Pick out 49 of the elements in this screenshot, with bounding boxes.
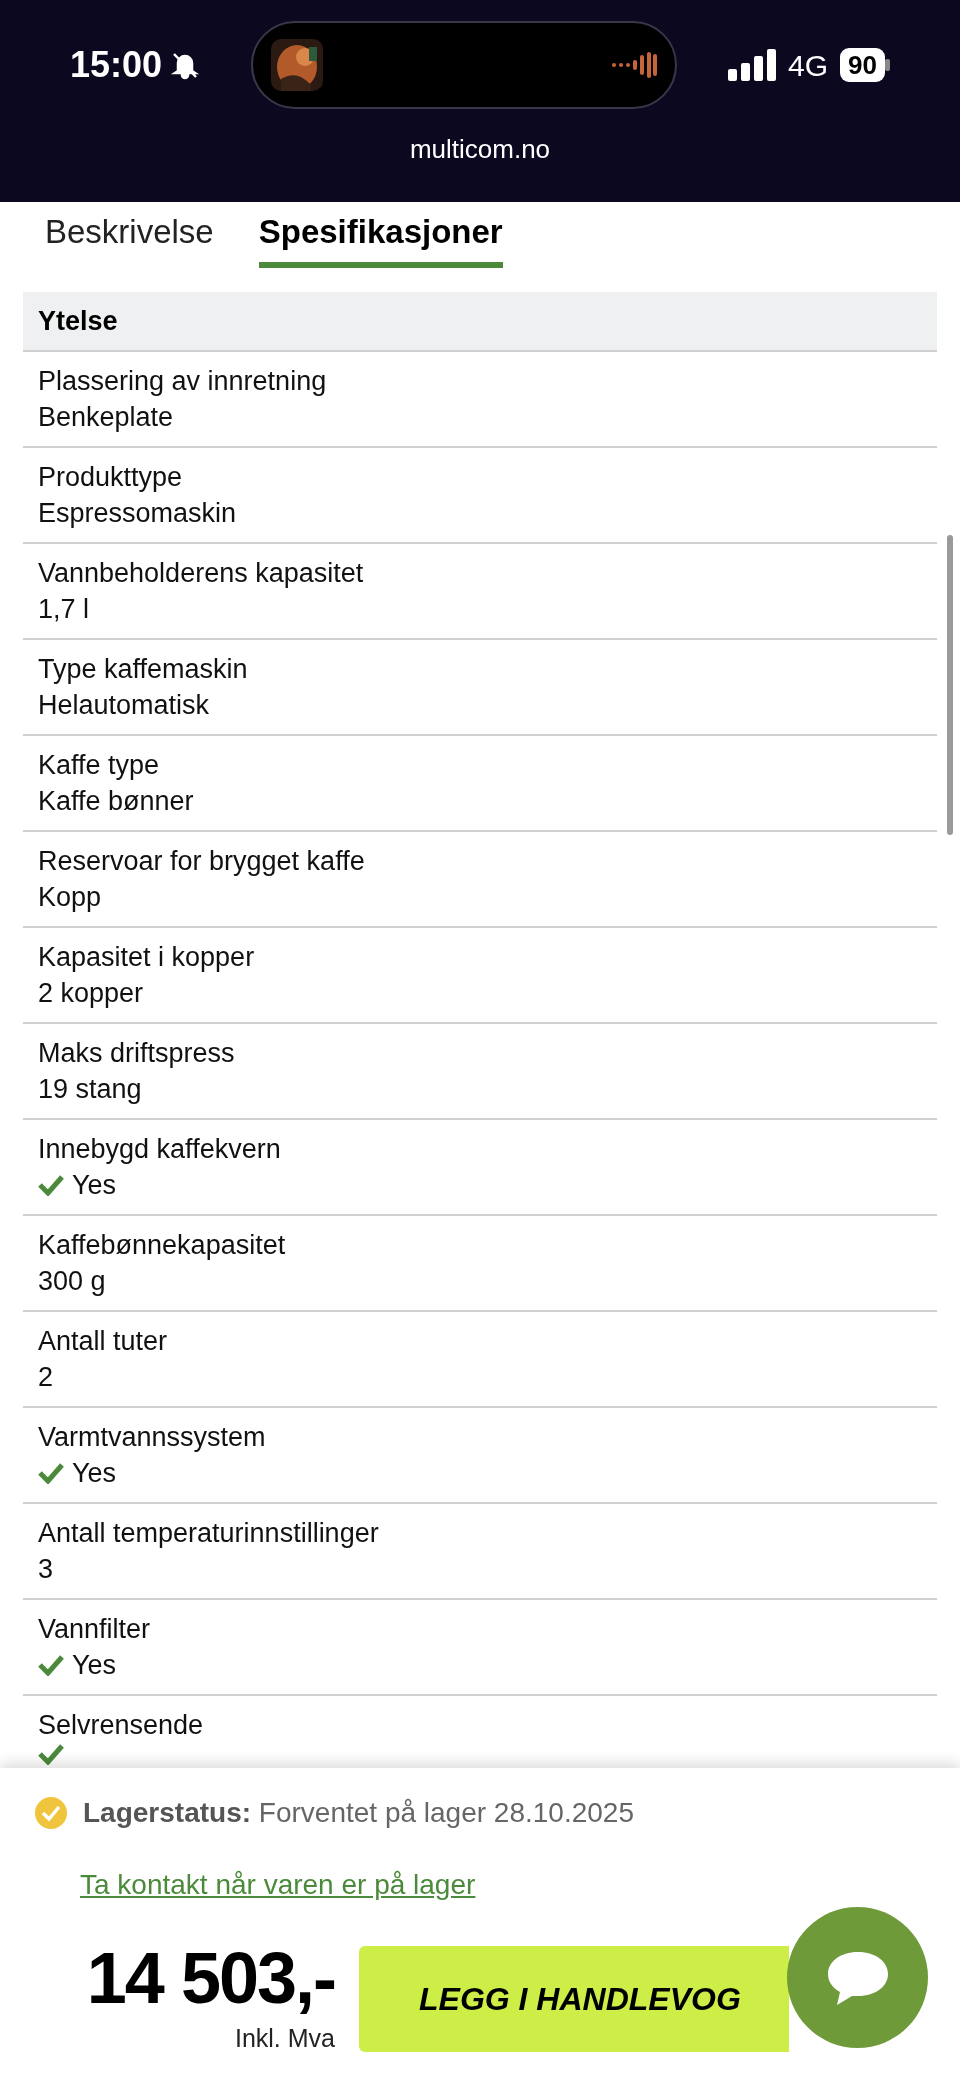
- spec-value: 19 stang: [38, 1073, 143, 1106]
- checkmark-icon: [38, 1654, 64, 1676]
- section-header: Ytelse: [23, 292, 937, 352]
- spec-label: Kapasitet i kopper: [38, 941, 256, 974]
- spec-label: Kaffe type: [38, 749, 161, 782]
- notify-link[interactable]: Ta kontakt når varen er på lager: [80, 1869, 476, 1900]
- spec-value: 2: [38, 1361, 55, 1394]
- add-to-cart-button[interactable]: LEGG I HANDLEVOG: [359, 1946, 789, 2052]
- battery-level: 90: [840, 48, 885, 82]
- battery-tip-icon: [885, 59, 890, 71]
- price: 14 503,-: [86, 1937, 335, 2020]
- clock-time: 15:00: [70, 43, 163, 87]
- spec-label: Kaffebønnekapasitet: [38, 1229, 287, 1262]
- spec-value: Kopp: [38, 881, 103, 914]
- spec-label: Antall temperaturinnstillinger: [38, 1517, 380, 1550]
- spec-value: Yes: [72, 1649, 117, 1682]
- tab[interactable]: Spesifikasjoner: [258, 202, 503, 268]
- spec-value: 3: [38, 1553, 55, 1586]
- check-circle-icon: [35, 1797, 67, 1829]
- spec-value: 2 kopper: [38, 977, 145, 1010]
- spec-value: 1,7 l: [38, 593, 91, 626]
- stock-status: Lagerstatus: Forventet på lager 28.10.2025: [83, 1796, 634, 1830]
- url-text: multicom.no: [409, 133, 551, 166]
- checkmark-icon: [38, 1743, 64, 1765]
- spec-value: Helautomatisk: [38, 689, 211, 722]
- network-type: 4G: [788, 47, 829, 84]
- spec-label: Innebygd kaffekvern: [38, 1133, 282, 1166]
- spec-label: Antall tuter: [38, 1325, 169, 1358]
- spec-label: Reservoar for brygget kaffe: [38, 845, 366, 878]
- spec-value: Yes: [72, 1169, 117, 1202]
- spec-value: Benkeplate: [38, 401, 175, 434]
- spec-label: Varmtvannssystem: [38, 1421, 267, 1454]
- spec-value: Yes: [72, 1457, 117, 1490]
- spec-label: Produkttype: [38, 461, 184, 494]
- spec-value: Espressomaskin: [38, 497, 238, 530]
- audio-waveform-icon: [611, 51, 658, 79]
- signal-icon: [728, 49, 777, 81]
- spec-label: Type kaffemaskin: [38, 653, 249, 686]
- vat-note: Inkl. Mva: [234, 2023, 335, 2054]
- checkmark-icon: [38, 1174, 64, 1196]
- spec-label: Vannbeholderens kapasitet: [38, 557, 365, 590]
- spec-label: Maks driftspress: [38, 1037, 236, 1070]
- spec-label: Vannfilter: [38, 1613, 152, 1646]
- spec-value: 300 g: [38, 1265, 107, 1298]
- spec-label: Selvrensende: [38, 1709, 205, 1742]
- spec-label: Plassering av innretning: [38, 365, 328, 398]
- spec-value: Kaffe bønner: [38, 785, 195, 818]
- tab[interactable]: Beskrivelse: [45, 202, 214, 268]
- checkmark-icon: [38, 1462, 64, 1484]
